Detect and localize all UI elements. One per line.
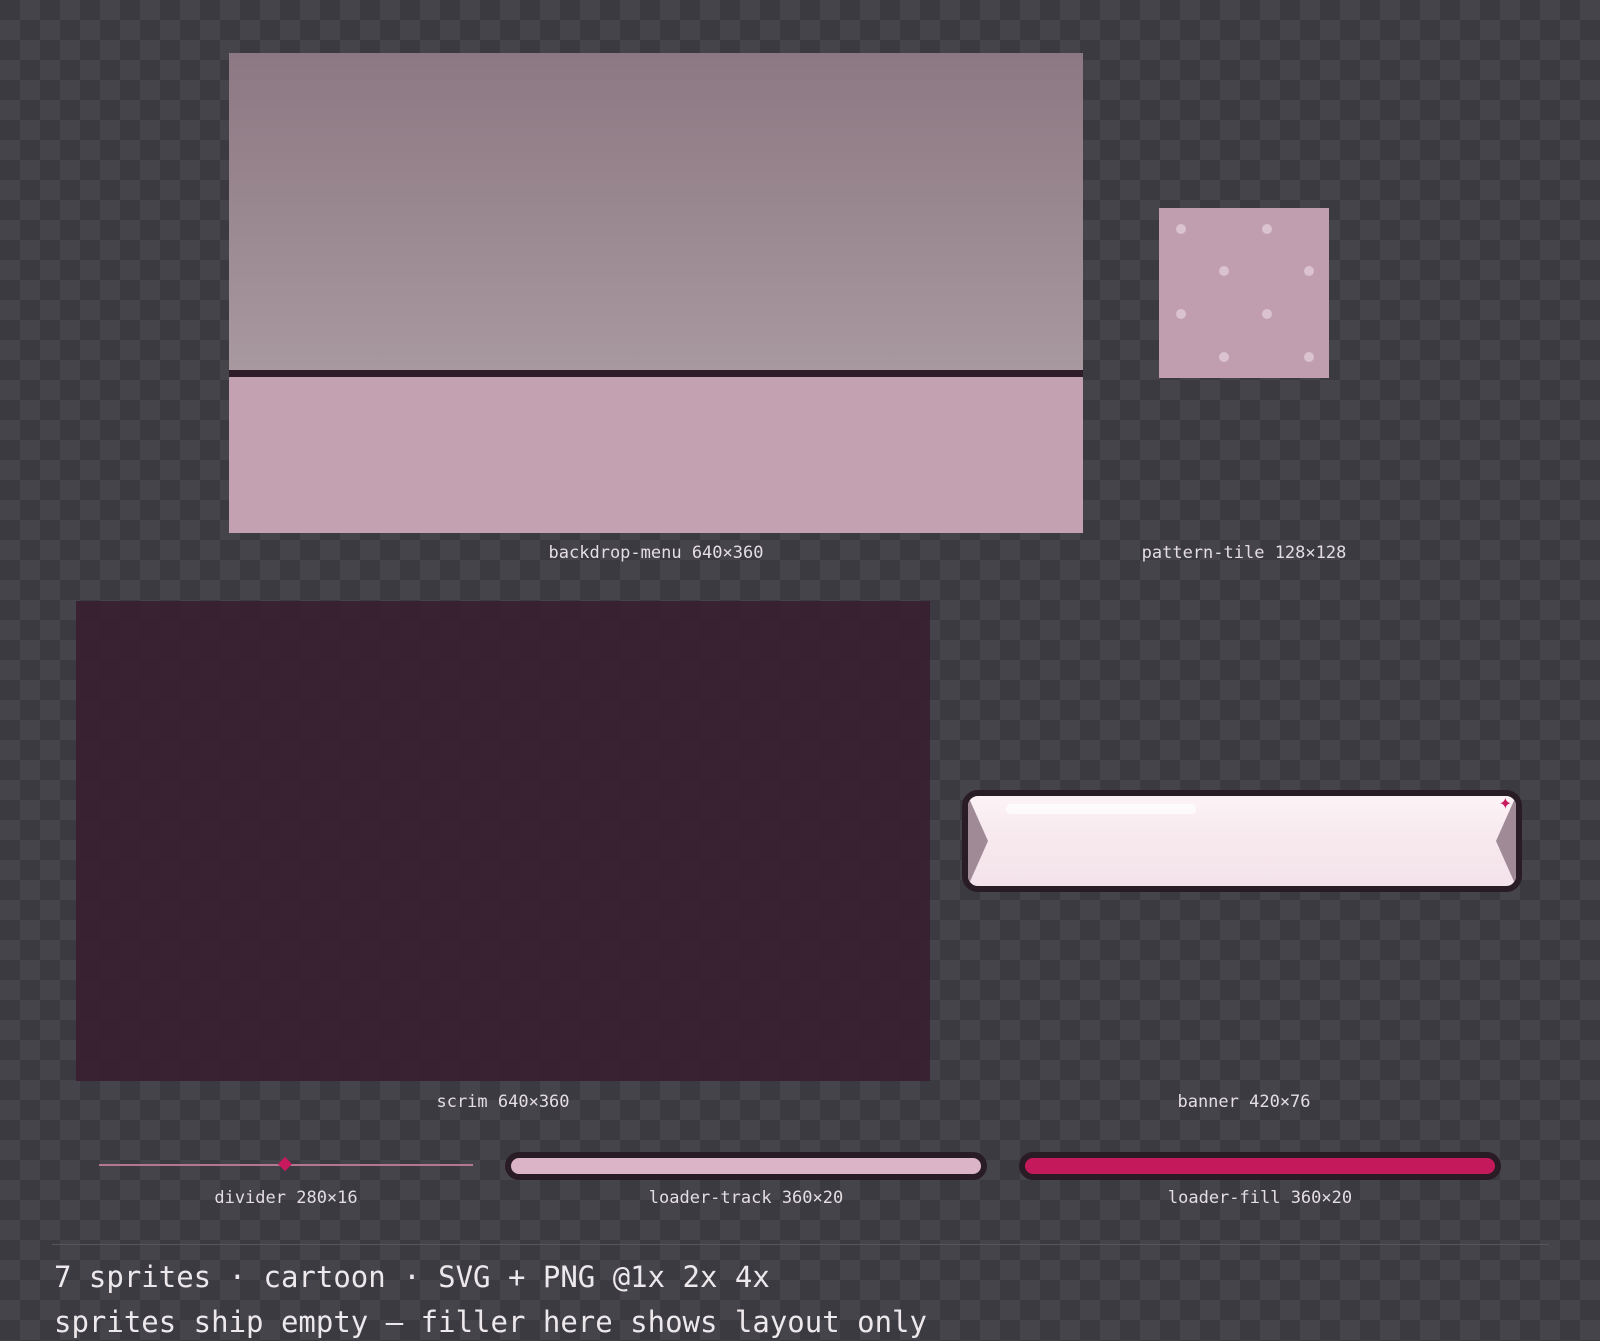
footer-note: sprites ship empty — filler here shows l…	[54, 1305, 927, 1339]
scrim-caption: scrim 640×360	[436, 1092, 570, 1112]
divider-caption: divider 280×16	[214, 1188, 358, 1208]
loader-track-caption: loader-track 360×20	[648, 1188, 844, 1208]
backdrop-menu-sprite	[229, 53, 1083, 533]
pattern-tile-caption: pattern-tile 128×128	[1141, 543, 1347, 563]
backdrop-horizon-line	[229, 370, 1083, 377]
backdrop-lower-panel	[229, 377, 1083, 533]
banner-left-notch	[968, 796, 988, 886]
pattern-dot	[1219, 352, 1229, 362]
pattern-dot	[1304, 266, 1314, 276]
sparkle-icon: ✦	[1498, 794, 1512, 813]
pattern-dot	[1176, 309, 1186, 319]
loader-fill-sprite	[1019, 1152, 1501, 1180]
pattern-dot	[1219, 266, 1229, 276]
backdrop-menu-caption: backdrop-menu 640×360	[548, 543, 764, 563]
pattern-tile-sprite	[1159, 208, 1329, 378]
loader-fill-caption: loader-fill 360×20	[1167, 1188, 1353, 1208]
footer-summary: 7 sprites · cartoon · SVG + PNG @1x 2x 4…	[54, 1260, 770, 1294]
pattern-dot	[1262, 309, 1272, 319]
divider-sprite	[99, 1156, 473, 1173]
diamond-icon	[277, 1156, 293, 1172]
footer-divider	[52, 1244, 1549, 1245]
pattern-dot	[1304, 352, 1314, 362]
scrim-sprite	[76, 601, 930, 1081]
banner-highlight	[1006, 804, 1196, 814]
pattern-dot	[1262, 224, 1272, 234]
banner-caption: banner 420×76	[1177, 1092, 1311, 1112]
backdrop-upper-gradient	[229, 53, 1083, 370]
banner-sprite: ✦	[962, 790, 1522, 892]
pattern-dot	[1176, 224, 1186, 234]
loader-track-sprite	[505, 1152, 987, 1180]
